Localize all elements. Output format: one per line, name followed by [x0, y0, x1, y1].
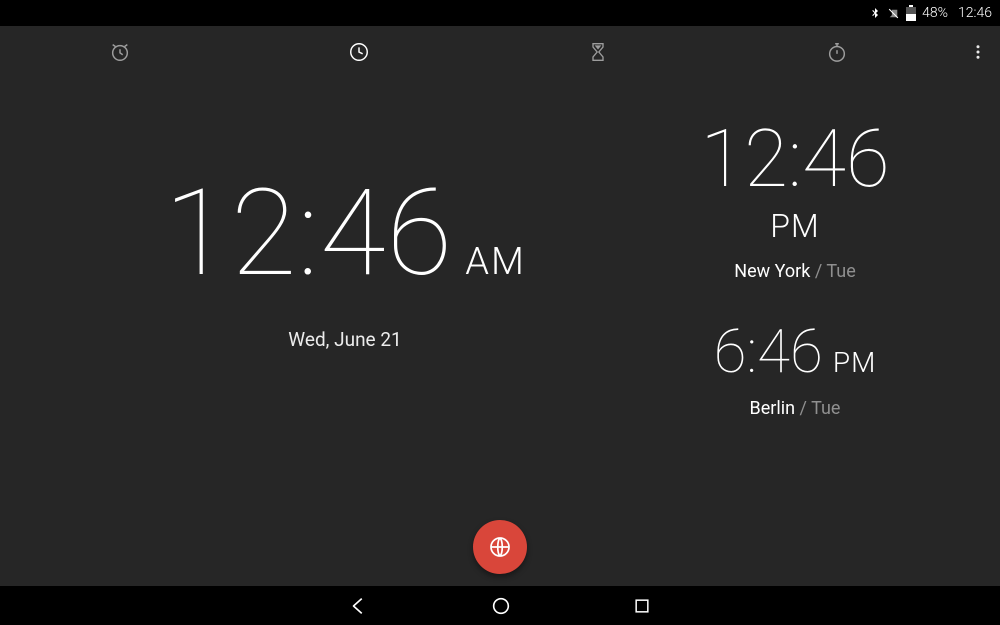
overflow-menu-button[interactable]: [956, 26, 1000, 81]
local-clock: 12:46AM Wed, June 21: [115, 174, 575, 351]
clock-content: 12:46AM Wed, June 21 12:46 PM New York /…: [0, 81, 1000, 586]
local-time: 12:46AM: [115, 174, 575, 294]
recents-button[interactable]: [632, 596, 652, 616]
world-city: New York: [734, 261, 810, 282]
status-time: 12:46: [958, 5, 992, 21]
tab-bar: [0, 26, 1000, 81]
world-label: Berlin / Tue: [640, 398, 950, 419]
tab-stopwatch[interactable]: [717, 26, 956, 81]
battery-percent: 48%: [922, 5, 948, 21]
back-button[interactable]: [348, 595, 370, 617]
alarm-icon: [109, 41, 131, 67]
world-day: Tue: [811, 398, 840, 419]
add-world-clock-fab[interactable]: [473, 520, 527, 574]
world-time: 6:46PM: [640, 322, 950, 382]
clock-app: 12:46AM Wed, June 21 12:46 PM New York /…: [0, 26, 1000, 586]
stopwatch-icon: [826, 41, 848, 67]
world-day: Tue: [826, 261, 855, 282]
world-time: 12:46: [640, 119, 950, 199]
world-label: New York / Tue: [640, 261, 950, 282]
local-ampm: AM: [465, 240, 526, 284]
world-clock-newyork[interactable]: 12:46 PM New York / Tue: [640, 119, 950, 282]
tab-clock[interactable]: [239, 26, 478, 81]
world-ampm: PM: [640, 207, 950, 245]
local-date: Wed, June 21: [115, 328, 575, 351]
home-button[interactable]: [490, 595, 512, 617]
world-city: Berlin: [750, 398, 796, 419]
hourglass-icon: [588, 42, 608, 66]
clock-icon: [348, 41, 370, 67]
local-time-value: 12:46: [164, 164, 453, 304]
android-status-bar: 48% 12:46: [0, 0, 1000, 26]
world-ampm: PM: [833, 346, 876, 379]
android-nav-bar: [0, 586, 1000, 625]
no-sim-icon: [887, 6, 900, 21]
globe-icon: [488, 535, 512, 559]
world-clock-berlin[interactable]: 6:46PM Berlin / Tue: [640, 322, 950, 419]
tab-alarm[interactable]: [0, 26, 239, 81]
tab-timer[interactable]: [478, 26, 717, 81]
battery-icon: [906, 5, 916, 21]
more-vert-icon: [969, 43, 987, 65]
bluetooth-icon: [869, 5, 881, 21]
world-clock-list: 12:46 PM New York / Tue 6:46PM Berlin / …: [640, 119, 950, 459]
